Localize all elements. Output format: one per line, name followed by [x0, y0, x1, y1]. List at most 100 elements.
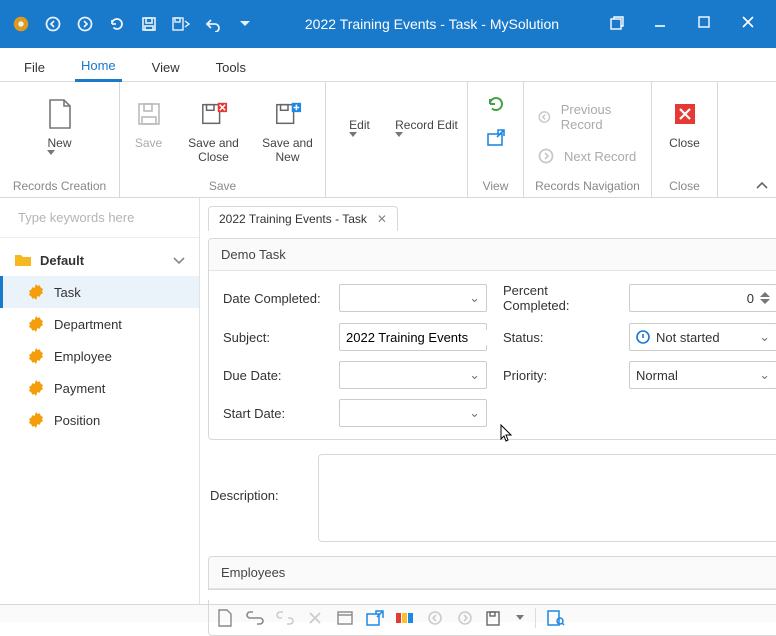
tab-close-icon[interactable]: ✕	[377, 212, 387, 226]
start-date-field[interactable]: ⌄	[339, 399, 487, 427]
sidebar-item-employee[interactable]: Employee	[0, 340, 199, 372]
gear-icon	[28, 316, 44, 332]
search-input[interactable]	[18, 210, 194, 225]
save-close-button[interactable]: Save and Close	[178, 88, 250, 165]
sidebar-item-task[interactable]: Task	[0, 276, 199, 308]
percent-completed-field[interactable]: 0	[629, 284, 776, 312]
window-newwin-icon[interactable]	[610, 16, 626, 32]
tb-preview-icon[interactable]	[546, 608, 566, 628]
window-close-icon[interactable]	[742, 16, 758, 32]
sidebar-item-payment[interactable]: Payment	[0, 372, 199, 404]
window-controls	[610, 16, 776, 32]
tb-prev-icon[interactable]	[425, 608, 445, 628]
window-minimize-icon[interactable]	[654, 16, 670, 32]
next-record-button[interactable]: Next Record	[532, 144, 643, 168]
tab-file[interactable]: File	[18, 52, 51, 81]
sidebar-item-label: Task	[54, 285, 81, 300]
tb-open-icon[interactable]	[365, 608, 385, 628]
description-label: Description:	[210, 454, 298, 503]
record-edit-button[interactable]: Record Edit	[390, 88, 464, 138]
refresh-icon[interactable]	[486, 94, 506, 114]
tab-tools[interactable]: Tools	[210, 52, 252, 81]
tab-view[interactable]: View	[146, 52, 186, 81]
qat-more-icon[interactable]	[236, 15, 254, 33]
tb-more-icon[interactable]	[515, 608, 525, 628]
tb-unlink-icon[interactable]	[275, 608, 295, 628]
task-form: Date Completed: ⌄ Percent Completed: 0 S…	[209, 271, 776, 439]
sidebar-item-department[interactable]: Department	[0, 308, 199, 340]
qat-undo-icon[interactable]	[204, 15, 222, 33]
tb-new-icon[interactable]	[215, 608, 235, 628]
tb-delete-icon[interactable]	[305, 608, 325, 628]
prev-record-button[interactable]: Previous Record	[532, 98, 643, 136]
ribbon-group-view: View	[468, 82, 524, 197]
tree-root-label: Default	[40, 253, 84, 268]
chevron-down-icon: ⌄	[469, 367, 480, 383]
window-title: 2022 Training Events - Task - MySolution	[254, 16, 610, 32]
tb-link-icon[interactable]	[245, 608, 265, 628]
gear-icon	[28, 380, 44, 396]
edit-button[interactable]: Edit	[330, 88, 390, 138]
task-panel: Demo Task Date Completed: ⌄ Percent Comp…	[208, 238, 776, 440]
date-completed-label: Date Completed:	[223, 291, 323, 306]
employees-title: Employees	[209, 557, 776, 589]
menu-tabs: File Home View Tools	[0, 48, 776, 82]
date-completed-field[interactable]: ⌄	[339, 284, 487, 312]
panel-title: Demo Task	[209, 239, 776, 271]
app-icon	[12, 15, 30, 33]
status-icon	[636, 330, 650, 344]
subject-input[interactable]	[346, 330, 522, 345]
main-area: Default Task Department Employee Payment	[0, 198, 776, 604]
tb-next-icon[interactable]	[455, 608, 475, 628]
description-row: Description:	[208, 450, 776, 546]
priority-value: Normal	[636, 368, 759, 383]
open-icon[interactable]	[486, 128, 506, 148]
new-button[interactable]: New	[26, 88, 94, 156]
chevron-down-icon: ⌄	[469, 405, 480, 421]
due-date-field[interactable]: ⌄	[339, 361, 487, 389]
save-label: Save	[135, 136, 162, 150]
qat-save-icon[interactable]	[140, 15, 158, 33]
chevron-down-icon: ⌄	[469, 290, 480, 306]
qat-refresh-icon[interactable]	[108, 15, 126, 33]
close-icon	[671, 100, 699, 128]
ribbon-group-records: New Records Creation	[0, 82, 120, 197]
qat-saveclose-icon[interactable]	[172, 15, 190, 33]
title-bar: 2022 Training Events - Task - MySolution	[0, 0, 776, 48]
close-button[interactable]: Close	[655, 88, 715, 150]
chevron-down-icon: ⌄	[759, 329, 770, 345]
new-icon	[46, 100, 74, 128]
tab-home[interactable]: Home	[75, 50, 122, 82]
description-field[interactable]	[318, 454, 776, 542]
window-maximize-icon[interactable]	[698, 16, 714, 32]
qat-forward-icon[interactable]	[76, 15, 94, 33]
save-new-button[interactable]: Save and New	[250, 88, 326, 165]
qat-back-icon[interactable]	[44, 15, 62, 33]
sidebar-item-position[interactable]: Position	[0, 404, 199, 436]
tree-root-default[interactable]: Default	[0, 244, 199, 276]
start-date-label: Start Date:	[223, 406, 323, 421]
subject-field[interactable]	[339, 323, 487, 351]
save-new-label: Save and New	[250, 136, 326, 165]
document-tab[interactable]: 2022 Training Events - Task ✕	[208, 206, 398, 231]
spin-up-icon[interactable]	[760, 291, 770, 298]
priority-field[interactable]: Normal⌄	[629, 361, 776, 389]
tb-window-icon[interactable]	[335, 608, 355, 628]
nav-tree: Default Task Department Employee Payment	[0, 238, 199, 442]
ribbon-collapse-icon[interactable]	[756, 181, 768, 191]
status-field[interactable]: Not started⌄	[629, 323, 776, 351]
save-button[interactable]: Save	[120, 88, 178, 150]
document-tab-label: 2022 Training Events - Task	[219, 212, 367, 226]
status-value: Not started	[656, 330, 759, 345]
new-label: New	[47, 136, 71, 150]
save-close-label: Save and Close	[178, 136, 250, 165]
spin-down-icon[interactable]	[760, 298, 770, 305]
sidebar: Default Task Department Employee Payment	[0, 198, 200, 604]
tb-color-icon[interactable]	[395, 608, 415, 628]
tb-saveclose-icon[interactable]	[485, 608, 505, 628]
percent-value: 0	[636, 291, 754, 306]
search-row	[0, 198, 199, 238]
sidebar-item-label: Department	[54, 317, 122, 332]
save-new-icon	[274, 100, 302, 128]
ribbon-group-nav: Previous Record Next Record Records Navi…	[524, 82, 652, 197]
